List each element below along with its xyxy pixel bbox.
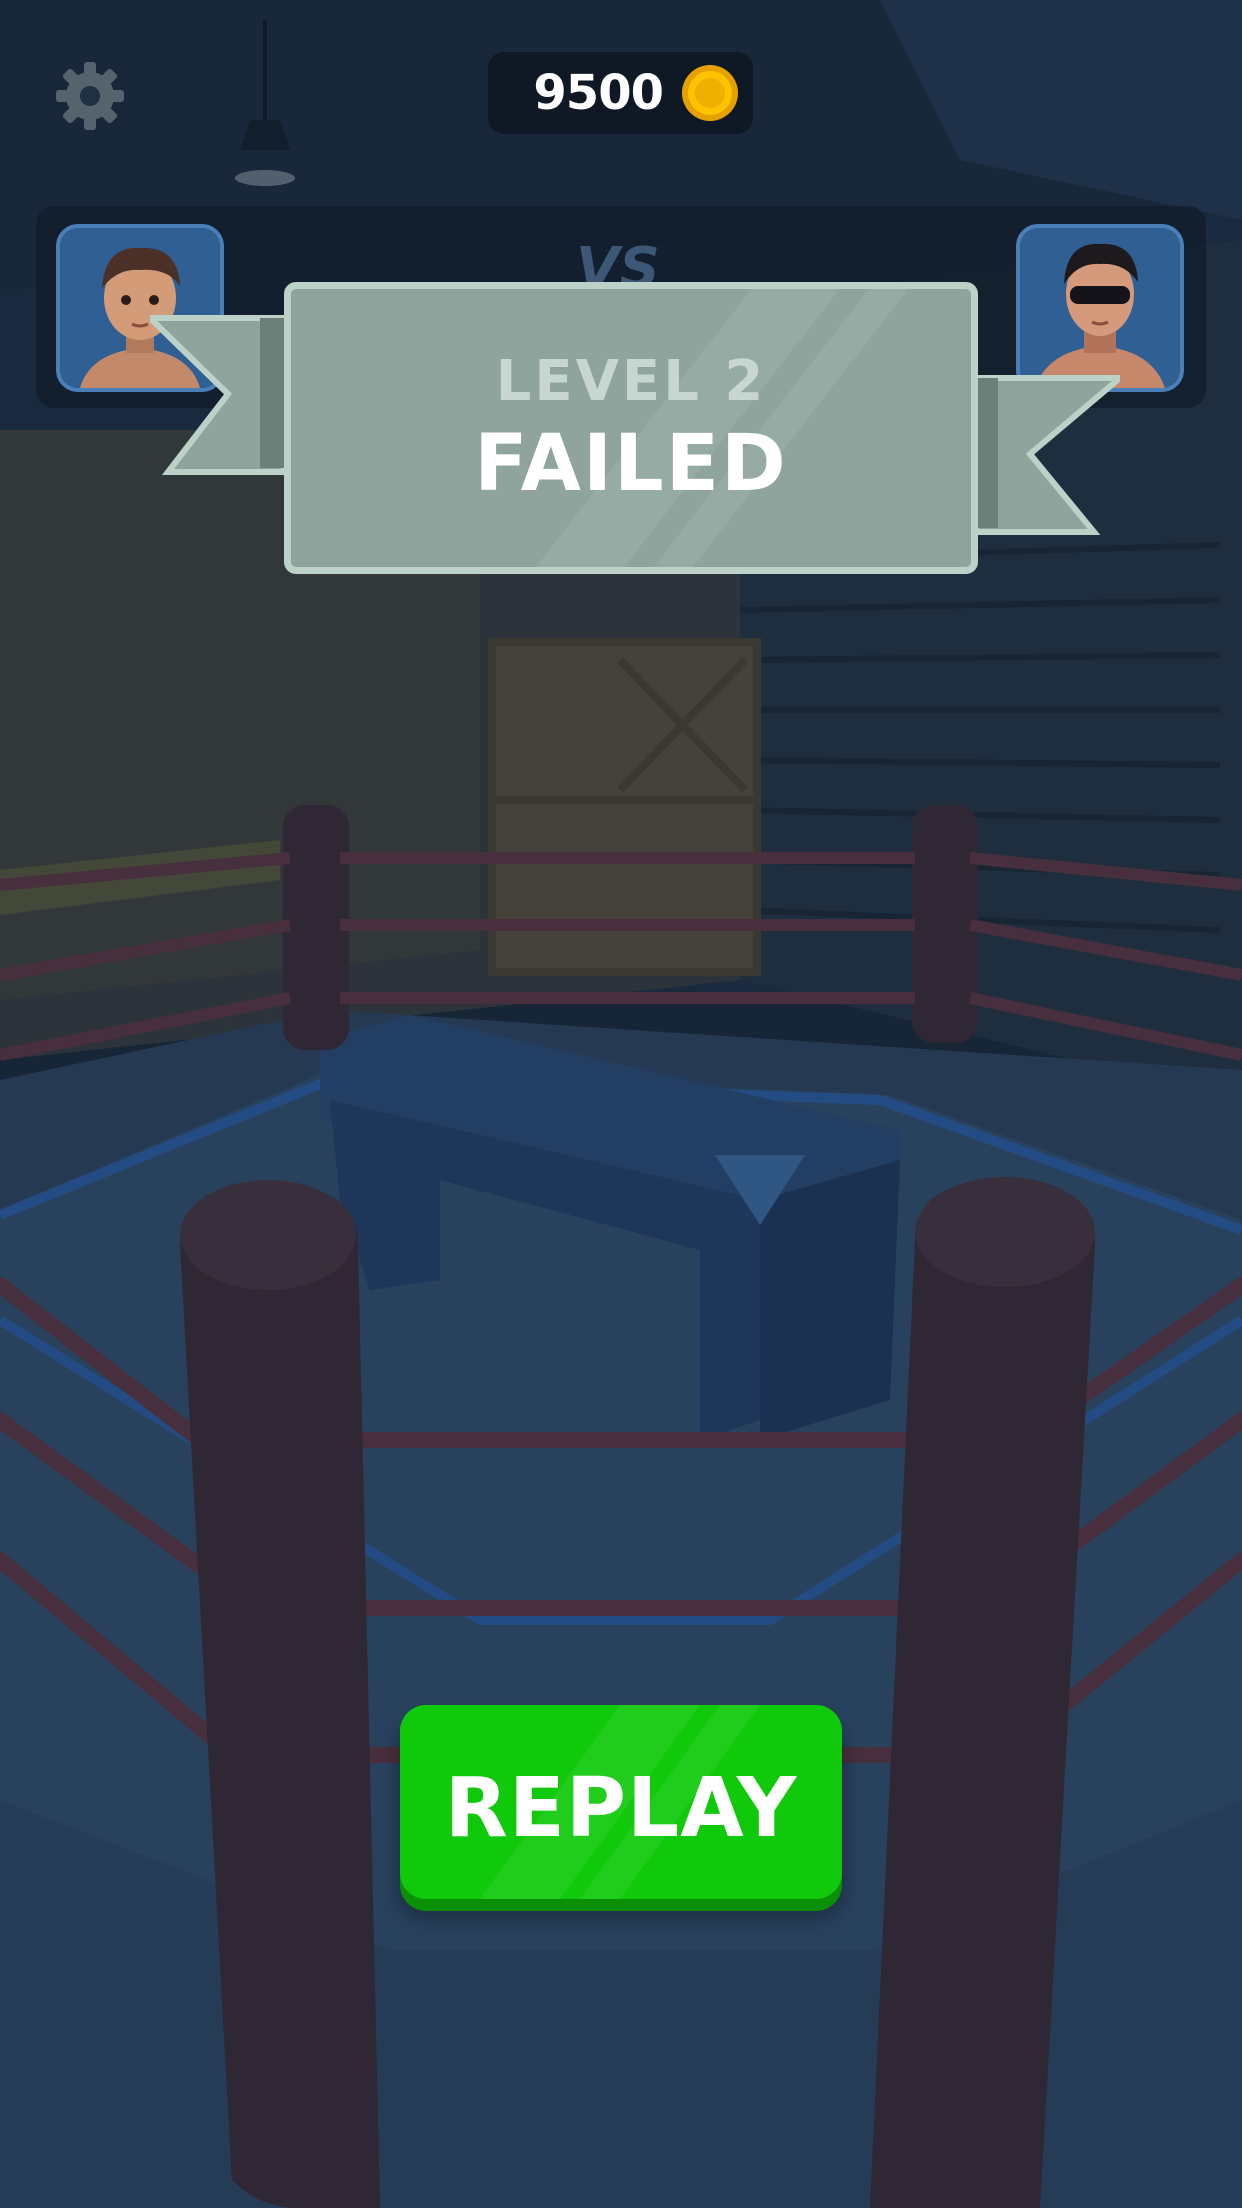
level-number-label: LEVEL 2 <box>495 349 767 414</box>
settings-button[interactable] <box>52 58 128 134</box>
gold-coin-icon <box>682 65 738 121</box>
coin-count: 9500 <box>533 65 664 121</box>
level-status-label: FAILED <box>474 419 788 509</box>
gear-icon <box>56 62 124 130</box>
game-screen: 9500 VS LEVEL 2 FAILED REPLAY <box>0 0 1242 2208</box>
replay-label: REPLAY <box>444 1761 798 1856</box>
replay-button[interactable]: REPLAY <box>400 1705 842 1899</box>
coin-counter: 9500 <box>488 52 753 134</box>
level-result-card: LEVEL 2 FAILED <box>284 282 978 574</box>
